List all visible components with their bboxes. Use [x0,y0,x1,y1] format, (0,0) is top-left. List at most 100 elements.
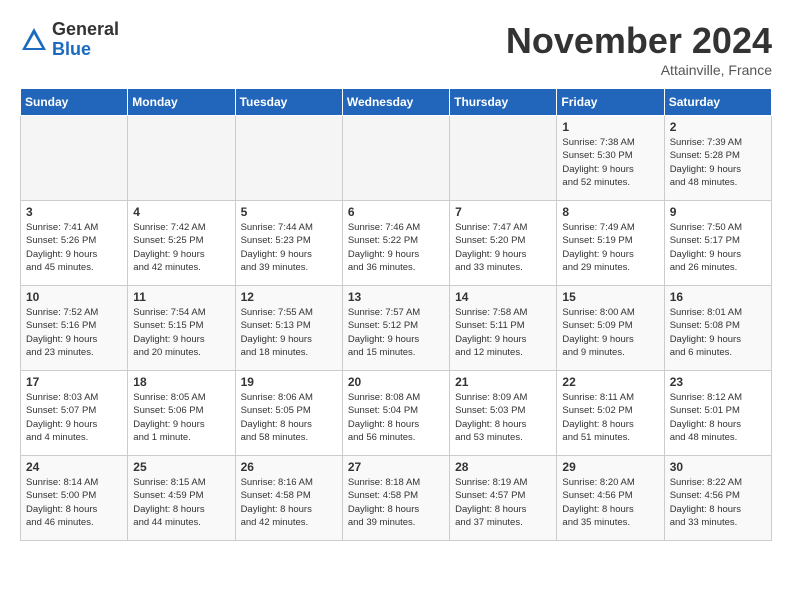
day-detail: Sunrise: 8:03 AMSunset: 5:07 PMDaylight:… [26,391,122,444]
day-detail: Sunrise: 8:19 AMSunset: 4:57 PMDaylight:… [455,476,551,529]
day-detail: Sunrise: 7:41 AMSunset: 5:26 PMDaylight:… [26,221,122,274]
day-cell: 10Sunrise: 7:52 AMSunset: 5:16 PMDayligh… [21,286,128,371]
day-number: 8 [562,205,658,219]
day-cell: 23Sunrise: 8:12 AMSunset: 5:01 PMDayligh… [664,371,771,456]
day-detail: Sunrise: 7:50 AMSunset: 5:17 PMDaylight:… [670,221,766,274]
day-number: 3 [26,205,122,219]
day-cell: 30Sunrise: 8:22 AMSunset: 4:56 PMDayligh… [664,456,771,541]
day-detail: Sunrise: 8:18 AMSunset: 4:58 PMDaylight:… [348,476,444,529]
day-cell: 28 Sunrise: 8:19 AMSunset: 4:57 PMDayligh… [450,456,557,541]
day-number: 17 [26,375,122,389]
day-cell: 14 Sunrise: 7:58 AMSunset: 5:11 PMDayligh… [450,286,557,371]
day-number: 25 [133,460,229,474]
week-row-4: 17 Sunrise: 8:03 AMSunset: 5:07 PMDayligh… [21,371,772,456]
day-cell: 6 Sunrise: 7:46 AMSunset: 5:22 PMDaylight… [342,201,449,286]
month-title: November 2024 [506,20,772,62]
day-number: 13 [348,290,444,304]
week-row-5: 24 Sunrise: 8:14 AMSunset: 5:00 PMDayligh… [21,456,772,541]
day-cell: 26 Sunrise: 8:16 AMSunset: 4:58 PMDayligh… [235,456,342,541]
day-number: 11 [133,290,229,304]
day-detail: Sunrise: 8:11 AMSunset: 5:02 PMDaylight:… [562,391,658,444]
header-day-monday: Monday [128,89,235,116]
day-detail: Sunrise: 7:54 AMSunset: 5:15 PMDaylight:… [133,306,229,359]
day-cell [450,116,557,201]
day-detail: Sunrise: 8:00 AMSunset: 5:09 PMDaylight:… [562,306,658,359]
day-cell: 3 Sunrise: 7:41 AMSunset: 5:26 PMDaylight… [21,201,128,286]
day-number: 15 [562,290,658,304]
day-detail: Sunrise: 7:55 AMSunset: 5:13 PMDaylight:… [241,306,337,359]
week-row-1: 1 Sunrise: 7:38 AMSunset: 5:30 PMDaylight… [21,116,772,201]
day-detail: Sunrise: 8:06 AMSunset: 5:05 PMDaylight:… [241,391,337,444]
day-detail: Sunrise: 7:47 AMSunset: 5:20 PMDaylight:… [455,221,551,274]
header-day-thursday: Thursday [450,89,557,116]
logo: General Blue [20,20,119,60]
day-number: 27 [348,460,444,474]
day-number: 6 [348,205,444,219]
day-detail: Sunrise: 7:44 AMSunset: 5:23 PMDaylight:… [241,221,337,274]
day-cell: 7Sunrise: 7:47 AMSunset: 5:20 PMDaylight… [450,201,557,286]
day-cell [21,116,128,201]
day-cell: 11 Sunrise: 7:54 AMSunset: 5:15 PMDayligh… [128,286,235,371]
calendar-table: SundayMondayTuesdayWednesdayThursdayFrid… [20,88,772,541]
day-cell [235,116,342,201]
day-detail: Sunrise: 7:38 AMSunset: 5:30 PMDaylight:… [562,136,658,189]
day-detail: Sunrise: 8:14 AMSunset: 5:00 PMDaylight:… [26,476,122,529]
day-cell: 29 Sunrise: 8:20 AMSunset: 4:56 PMDayligh… [557,456,664,541]
day-detail: Sunrise: 8:22 AMSunset: 4:56 PMDaylight:… [670,476,766,529]
calendar-body: 1 Sunrise: 7:38 AMSunset: 5:30 PMDaylight… [21,116,772,541]
day-number: 21 [455,375,551,389]
day-cell: 5Sunrise: 7:44 AMSunset: 5:23 PMDaylight… [235,201,342,286]
header-day-wednesday: Wednesday [342,89,449,116]
week-row-2: 3 Sunrise: 7:41 AMSunset: 5:26 PMDaylight… [21,201,772,286]
header-day-tuesday: Tuesday [235,89,342,116]
day-number: 4 [133,205,229,219]
day-number: 1 [562,120,658,134]
day-cell: 8 Sunrise: 7:49 AMSunset: 5:19 PMDaylight… [557,201,664,286]
page-header: General Blue November 2024 Attainville, … [20,20,772,78]
day-detail: Sunrise: 7:42 AMSunset: 5:25 PMDaylight:… [133,221,229,274]
day-number: 20 [348,375,444,389]
day-number: 23 [670,375,766,389]
title-area: November 2024 Attainville, France [506,20,772,78]
day-detail: Sunrise: 8:16 AMSunset: 4:58 PMDaylight:… [241,476,337,529]
day-number: 24 [26,460,122,474]
day-detail: Sunrise: 8:01 AMSunset: 5:08 PMDaylight:… [670,306,766,359]
day-number: 16 [670,290,766,304]
day-cell: 25 Sunrise: 8:15 AMSunset: 4:59 PMDayligh… [128,456,235,541]
day-detail: Sunrise: 8:15 AMSunset: 4:59 PMDaylight:… [133,476,229,529]
day-detail: Sunrise: 7:49 AMSunset: 5:19 PMDaylight:… [562,221,658,274]
day-number: 28 [455,460,551,474]
day-number: 26 [241,460,337,474]
header-day-saturday: Saturday [664,89,771,116]
location-label: Attainville, France [506,62,772,78]
day-number: 29 [562,460,658,474]
day-number: 9 [670,205,766,219]
day-cell: 16 Sunrise: 8:01 AMSunset: 5:08 PMDayligh… [664,286,771,371]
day-number: 22 [562,375,658,389]
day-cell: 15 Sunrise: 8:00 AMSunset: 5:09 PMDayligh… [557,286,664,371]
day-detail: Sunrise: 8:05 AMSunset: 5:06 PMDaylight:… [133,391,229,444]
day-cell: 9 Sunrise: 7:50 AMSunset: 5:17 PMDaylight… [664,201,771,286]
header-day-friday: Friday [557,89,664,116]
logo-general-label: General [52,20,119,40]
day-cell: 1 Sunrise: 7:38 AMSunset: 5:30 PMDaylight… [557,116,664,201]
day-cell: 13Sunrise: 7:57 AMSunset: 5:12 PMDayligh… [342,286,449,371]
day-cell: 4 Sunrise: 7:42 AMSunset: 5:25 PMDaylight… [128,201,235,286]
day-cell: 17 Sunrise: 8:03 AMSunset: 5:07 PMDayligh… [21,371,128,456]
calendar-header: SundayMondayTuesdayWednesdayThursdayFrid… [21,89,772,116]
day-cell: 12Sunrise: 7:55 AMSunset: 5:13 PMDayligh… [235,286,342,371]
day-number: 14 [455,290,551,304]
day-detail: Sunrise: 8:20 AMSunset: 4:56 PMDaylight:… [562,476,658,529]
logo-blue-label: Blue [52,40,119,60]
day-detail: Sunrise: 8:08 AMSunset: 5:04 PMDaylight:… [348,391,444,444]
day-cell: 2Sunrise: 7:39 AMSunset: 5:28 PMDaylight… [664,116,771,201]
day-detail: Sunrise: 8:09 AMSunset: 5:03 PMDaylight:… [455,391,551,444]
day-cell: 21 Sunrise: 8:09 AMSunset: 5:03 PMDayligh… [450,371,557,456]
day-detail: Sunrise: 7:46 AMSunset: 5:22 PMDaylight:… [348,221,444,274]
day-cell [128,116,235,201]
day-cell: 22 Sunrise: 8:11 AMSunset: 5:02 PMDayligh… [557,371,664,456]
day-detail: Sunrise: 7:58 AMSunset: 5:11 PMDaylight:… [455,306,551,359]
day-cell: 19Sunrise: 8:06 AMSunset: 5:05 PMDayligh… [235,371,342,456]
header-day-sunday: Sunday [21,89,128,116]
day-detail: Sunrise: 7:39 AMSunset: 5:28 PMDaylight:… [670,136,766,189]
